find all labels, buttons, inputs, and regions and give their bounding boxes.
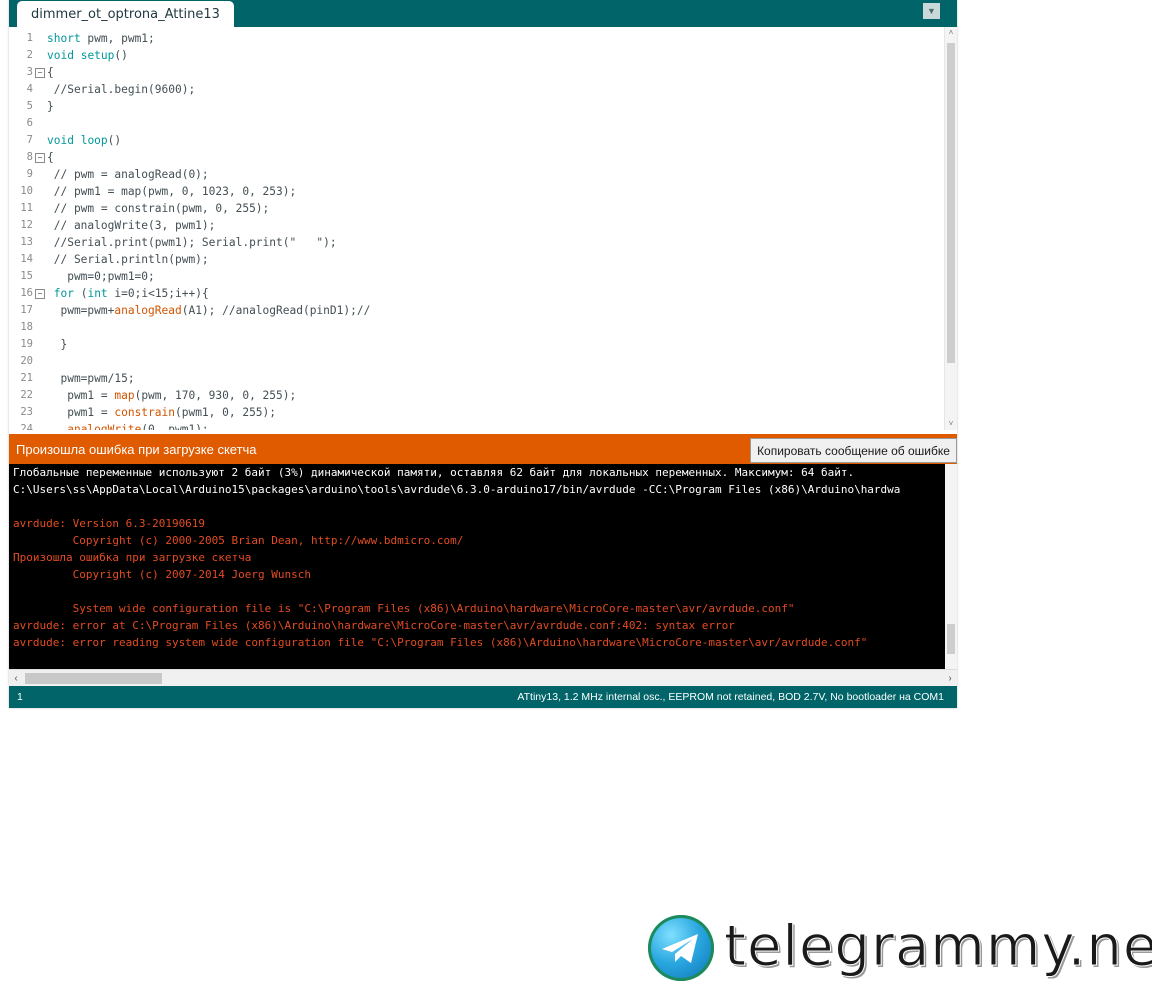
- console-line: Copyright (c) 2000-2005 Brian Dean, http…: [13, 534, 464, 547]
- code-line[interactable]: pwm=pwm/15;: [47, 370, 134, 387]
- line-number: 14: [20, 253, 33, 265]
- code-body[interactable]: short pwm, pwm1; void setup(){ //Serial.b…: [47, 27, 945, 430]
- code-line[interactable]: // pwm = analogRead(0);: [47, 166, 209, 183]
- tab-title: dimmer_ot_optrona_Attine13: [31, 6, 220, 22]
- line-number: 20: [20, 355, 33, 367]
- line-number: 23: [20, 406, 33, 418]
- line-number: 6: [26, 117, 33, 129]
- error-message: Произошла ошибка при загрузке скетча: [16, 442, 257, 457]
- code-line[interactable]: void setup(): [47, 47, 128, 64]
- code-line[interactable]: pwm=0;pwm1=0;: [47, 268, 155, 285]
- scroll-down-icon[interactable]: ˅: [945, 418, 957, 430]
- line-number: 1: [26, 32, 33, 44]
- code-line[interactable]: // Serial.println(pwm);: [47, 251, 209, 268]
- line-number: 3: [26, 66, 33, 78]
- hscroll-thumb[interactable]: [25, 673, 162, 684]
- code-line[interactable]: short pwm, pwm1;: [47, 30, 155, 47]
- line-number: 7: [26, 134, 33, 146]
- scroll-thumb[interactable]: [947, 43, 955, 363]
- code-line[interactable]: {: [47, 64, 54, 81]
- line-number: 19: [20, 338, 33, 350]
- console-horizontal-scrollbar[interactable]: ‹ ›: [9, 669, 957, 687]
- console-line: Глобальные переменные используют 2 байт …: [13, 466, 855, 479]
- console-line: avrdude: error reading system wide confi…: [13, 636, 868, 649]
- arduino-ide-window: dimmer_ot_optrona_Attine13 ▼ 1 2 3−4 5 6 7 8−9…: [9, 0, 957, 708]
- code-editor[interactable]: 1 2 3−4 5 6 7 8−9 10 11 12 13 14 15 16−17 18 19 20 21 22 23…: [9, 27, 957, 430]
- code-line[interactable]: // pwm1 = map(pwm, 0, 1023, 0, 253);: [47, 183, 296, 200]
- code-line[interactable]: for (int i=0;i<15;i++){: [47, 285, 209, 302]
- console-line: System wide configuration file is "C:\Pr…: [13, 602, 795, 615]
- line-number: 12: [20, 219, 33, 231]
- line-number-gutter: 1 2 3−4 5 6 7 8−9 10 11 12 13 14 15 16−17 18 19 20 21 22 23…: [9, 27, 45, 430]
- tab-menu-button[interactable]: ▼: [923, 3, 940, 19]
- telegram-plane-icon: [648, 915, 714, 981]
- line-number: 24: [20, 423, 33, 430]
- console-line: C:\Users\ss\AppData\Local\Arduino15\pack…: [13, 483, 901, 496]
- fold-toggle-icon[interactable]: −: [35, 289, 45, 299]
- copy-error-button[interactable]: Копировать сообщение об ошибке: [750, 438, 957, 463]
- code-line[interactable]: {: [47, 149, 54, 166]
- code-line[interactable]: }: [47, 336, 67, 353]
- console-line: avrdude: Version 6.3-20190619: [13, 517, 206, 530]
- line-number: 8: [26, 151, 33, 163]
- line-number: 2: [26, 49, 33, 61]
- console-scroll-thumb[interactable]: [947, 624, 955, 654]
- line-number: 13: [20, 236, 33, 248]
- line-number: 11: [20, 202, 33, 214]
- status-board-info: ATtiny13, 1.2 MHz internal osc., EEPROM …: [517, 691, 944, 703]
- console-line: avrdude: error at C:\Program Files (x86)…: [13, 619, 735, 632]
- line-number: 18: [20, 321, 33, 333]
- fold-toggle-icon[interactable]: −: [35, 68, 45, 78]
- line-number: 16: [20, 287, 33, 299]
- console-line: Copyright (c) 2007-2014 Joerg Wunsch: [13, 568, 312, 581]
- fold-toggle-icon[interactable]: −: [35, 153, 45, 163]
- triangle-down-icon: ▼: [927, 6, 936, 16]
- code-line[interactable]: pwm1 = constrain(pwm1, 0, 255);: [47, 404, 276, 421]
- code-line[interactable]: //Serial.print(pwm1); Serial.print(" ");: [47, 234, 337, 251]
- code-line[interactable]: pwm=pwm+analogRead(A1); //analogRead(pin…: [47, 302, 370, 319]
- code-line[interactable]: pwm1 = map(pwm, 170, 930, 0, 255);: [47, 387, 296, 404]
- line-number: 17: [20, 304, 33, 316]
- watermark-text: telegrammy.net: [723, 914, 1152, 980]
- line-number: 9: [26, 168, 33, 180]
- code-line[interactable]: // analogWrite(3, pwm1);: [47, 217, 216, 234]
- status-line-number: 1: [17, 691, 23, 703]
- code-line[interactable]: // pwm = constrain(pwm, 0, 255);: [47, 200, 270, 217]
- scroll-up-icon[interactable]: ˄: [945, 27, 957, 39]
- line-number: 15: [20, 270, 33, 282]
- scroll-left-icon[interactable]: ‹: [9, 670, 23, 687]
- line-number: 10: [20, 185, 33, 197]
- code-line[interactable]: analogWrite(0, pwm1);: [47, 421, 208, 430]
- code-line[interactable]: }: [47, 98, 54, 115]
- line-number: 21: [20, 372, 33, 384]
- editor-vertical-scrollbar[interactable]: ˄ ˅: [944, 27, 957, 430]
- code-line[interactable]: void loop(): [47, 132, 121, 149]
- watermark: telegrammy.net: [648, 914, 1152, 984]
- line-number: 22: [20, 389, 33, 401]
- tab-bar: dimmer_ot_optrona_Attine13 ▼: [9, 0, 957, 27]
- console-output[interactable]: Глобальные переменные используют 2 байт …: [9, 464, 957, 669]
- error-bar: Произошла ошибка при загрузке скетча Коп…: [9, 434, 957, 464]
- status-bar: 1 ATtiny13, 1.2 MHz internal osc., EEPRO…: [9, 686, 957, 708]
- line-number: 4: [26, 83, 33, 95]
- console-vertical-scrollbar[interactable]: [945, 464, 957, 669]
- line-number: 5: [26, 100, 33, 112]
- console-line: Произошла ошибка при загрузке скетча: [13, 551, 252, 564]
- tab-sketch[interactable]: dimmer_ot_optrona_Attine13: [17, 1, 234, 27]
- scroll-right-icon[interactable]: ›: [943, 670, 957, 687]
- code-line[interactable]: //Serial.begin(9600);: [47, 81, 195, 98]
